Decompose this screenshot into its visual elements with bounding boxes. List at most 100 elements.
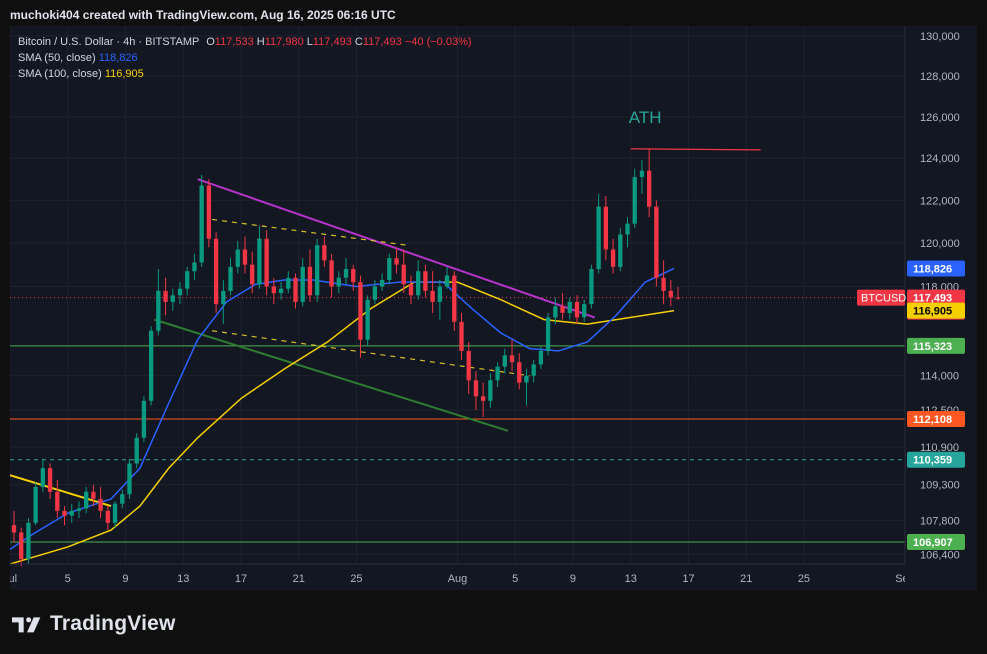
tradingview-logo[interactable]: TradingView (12, 612, 176, 636)
x-tick-label: 17 (235, 573, 247, 585)
legend-close: 117,493 (362, 36, 402, 48)
candle-body (401, 264, 406, 285)
legend-high: 117,980 (264, 36, 304, 48)
chart-byline: muchoki404 created with TradingView.com,… (10, 8, 396, 22)
candle-body (156, 290, 161, 331)
candle-body (351, 269, 356, 283)
legend-close-label: C (354, 36, 363, 48)
candle-body (387, 258, 392, 280)
candle-body (228, 266, 233, 291)
candle-body (177, 288, 183, 296)
candle-body (250, 264, 255, 285)
y-tick-label: 126,000 (920, 112, 960, 124)
candlesticks (11, 148, 681, 567)
candle-body (603, 206, 609, 250)
legend-sma100-value: 116,905 (104, 68, 144, 80)
candle-body (560, 306, 565, 313)
candle-body (582, 304, 587, 318)
candle-body (33, 487, 38, 523)
x-tick-label: Aug (448, 573, 468, 585)
candle-body (127, 463, 132, 495)
candle-body (98, 498, 103, 511)
legend-sma50-row[interactable]: SMA (50, close) 118,826 (18, 50, 472, 66)
chart-legend: Bitcoin / U.S. Dollar · 4h · BITSTAMP O 1… (18, 34, 472, 82)
candle-body (466, 350, 471, 381)
candle-body (502, 355, 507, 367)
y-tick-label: 109,300 (920, 480, 960, 492)
level-price-label: 110,359 (913, 455, 952, 467)
candle-body (257, 238, 262, 285)
x-tick-label: 9 (570, 573, 576, 585)
x-tick-label: 25 (350, 573, 362, 585)
candle-body (365, 299, 370, 340)
x-tick-label: 5 (512, 573, 518, 585)
level-price-label: 106,907 (913, 537, 953, 549)
candle-body (574, 301, 580, 318)
x-tick-label: 13 (177, 573, 189, 585)
price-tag-label: 116,905 (913, 306, 952, 318)
candle-body (524, 375, 529, 383)
candle-body (394, 258, 399, 265)
candle-body (120, 494, 125, 504)
y-tick-label: 128,000 (920, 71, 960, 83)
candle-body (509, 355, 515, 363)
tradingview-logo-icon (12, 617, 41, 633)
candle-body (329, 260, 334, 287)
candle-body (206, 185, 212, 239)
candle-body (632, 177, 637, 224)
legend-low: 117,493 (312, 36, 352, 48)
y-tick-label: 122,000 (920, 195, 960, 207)
candle-body (242, 249, 248, 265)
candle-body (322, 245, 327, 261)
y-tick-label: 106,400 (920, 549, 960, 561)
candle-body (336, 277, 341, 287)
legend-symbol: Bitcoin / U.S. Dollar · 4h · BITSTAMP (18, 36, 200, 48)
candle-body (91, 491, 96, 499)
candle-body (437, 286, 443, 302)
candle-body (473, 380, 479, 397)
y-tick-label: 130,000 (920, 31, 960, 43)
candle-body (69, 510, 74, 516)
candle-body (358, 282, 363, 340)
candle-body (314, 245, 320, 296)
candle-body (170, 295, 175, 302)
candle-body (84, 491, 89, 509)
symbol-tag-label: BTCUSD (861, 293, 906, 305)
level-price-label: 112,108 (913, 414, 952, 426)
trendline-ath-line (630, 148, 761, 151)
candle-body (596, 206, 601, 270)
y-tick-label: 124,000 (920, 153, 960, 165)
candle-body (675, 297, 681, 299)
candle-body (589, 269, 594, 305)
y-tick-label: 107,800 (920, 515, 960, 527)
candle-body (264, 238, 269, 287)
legend-open-label: O (206, 36, 215, 48)
candle-body (293, 277, 298, 302)
legend-high-label: H (256, 36, 265, 48)
candle-body (11, 525, 17, 533)
x-tick-label: 17 (682, 573, 694, 585)
candle-body (278, 288, 284, 294)
price-tag-label: 118,826 (913, 263, 952, 275)
candle-body (40, 468, 46, 488)
candle-body (444, 275, 450, 287)
legend-sma100-row[interactable]: SMA (100, close) 116,905 (18, 66, 472, 82)
candle-body (134, 437, 139, 464)
x-axis: Jul5913172125Aug5913172125Sep (10, 563, 977, 585)
candle-body (343, 269, 349, 278)
candle-body (213, 238, 219, 305)
candle-body (545, 317, 551, 351)
trendline-early-resistance (10, 474, 112, 508)
legend-sma50-value: 118,826 (98, 52, 138, 64)
candle-body (430, 290, 435, 302)
candle-body (553, 306, 558, 318)
candle-body (618, 234, 623, 267)
candle-body (495, 366, 500, 381)
x-tick-label: 5 (65, 573, 71, 585)
candle-body (112, 503, 118, 523)
legend-sma100-label: SMA (100, close) (18, 68, 102, 80)
candle-body (185, 271, 190, 289)
price-chart[interactable]: ATH Jul5913172125Aug5913172125Sep 130,00… (10, 26, 977, 590)
legend-sma50-label: SMA (50, close) (18, 52, 96, 64)
candle-body (423, 271, 428, 291)
